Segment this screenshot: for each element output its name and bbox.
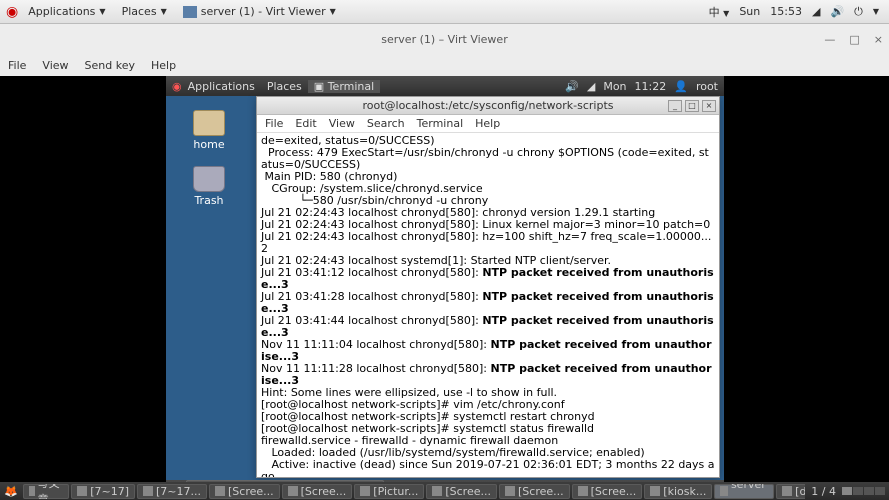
guest-clock-time[interactable]: 11:22 (635, 80, 667, 93)
guest-user-icon[interactable]: 👤 (674, 80, 688, 93)
host-task-button[interactable]: [7~17... (137, 484, 207, 499)
terminal-line: Active: inactive (dead) since Sun 2019-0… (261, 459, 715, 477)
host-task-button[interactable]: [Scree... (209, 484, 280, 499)
host-places-menu[interactable]: Places▼ (114, 5, 175, 18)
host-workspace-switcher[interactable] (842, 487, 885, 495)
guest-top-panel: ◉ Applications Places ▣ Terminal 🔊 ◢ Mon… (166, 76, 724, 96)
terminal-line: Jul 21 03:41:12 localhost chronyd[580]: … (261, 267, 715, 291)
volume-icon[interactable]: 🔊 (830, 5, 844, 18)
menu-help[interactable]: Help (151, 59, 176, 72)
power-icon[interactable]: ⏻ (854, 5, 863, 19)
terminal-title: root@localhost:/etc/sysconfig/network-sc… (362, 99, 613, 112)
window-thumb-icon (29, 486, 35, 496)
window-thumb-icon (578, 486, 588, 496)
terminal-line: Process: 479 ExecStart=/usr/sbin/chronyd… (261, 147, 715, 171)
desktop-home-icon[interactable]: home (184, 110, 234, 151)
vm-display[interactable]: ◉ Applications Places ▣ Terminal 🔊 ◢ Mon… (0, 76, 889, 482)
guest-user[interactable]: root (696, 80, 718, 93)
trash-icon (193, 166, 225, 192)
guest-applications-menu[interactable]: Applications (182, 80, 261, 93)
term-menu-edit[interactable]: Edit (295, 117, 316, 130)
window-thumb-icon (77, 486, 87, 496)
virt-viewer-menubar: File View Send key Help (0, 54, 889, 76)
terminal-line: Jul 21 03:41:28 localhost chronyd[580]: … (261, 291, 715, 315)
term-close-button[interactable]: × (702, 100, 716, 112)
terminal-line: Nov 11 11:11:28 localhost chronyd[580]: … (261, 363, 715, 387)
menu-view[interactable]: View (42, 59, 68, 72)
guest-activities-icon: ◉ (172, 80, 182, 93)
virt-viewer-titlebar[interactable]: server (1) – Virt Viewer — □ × (0, 24, 889, 54)
term-menu-help[interactable]: Help (475, 117, 500, 130)
host-task-button[interactable]: [Scree... (499, 484, 570, 499)
terminal-window: root@localhost:/etc/sysconfig/network-sc… (256, 96, 720, 478)
host-task-button[interactable]: [Pictur... (354, 484, 424, 499)
desktop-trash-icon[interactable]: Trash (184, 166, 234, 207)
input-lang[interactable]: 中 ▼ (709, 4, 730, 20)
folder-icon (193, 110, 225, 136)
term-menu-search[interactable]: Search (367, 117, 405, 130)
host-task-button[interactable]: [Scree... (572, 484, 643, 499)
terminal-line: Nov 11 11:11:04 localhost chronyd[580]: … (261, 339, 715, 363)
window-thumb-icon (143, 486, 153, 496)
firefox-icon[interactable]: 🦊 (0, 485, 22, 498)
host-app-indicator[interactable]: server (1) - Virt Viewer▼ (175, 5, 344, 18)
terminal-titlebar[interactable]: root@localhost:/etc/sysconfig/network-sc… (257, 97, 719, 115)
host-top-panel: ◉ Applications▼ Places▼ server (1) - Vir… (0, 0, 889, 24)
term-minimize-button[interactable]: _ (668, 100, 682, 112)
maximize-button[interactable]: □ (849, 33, 859, 46)
host-task-button[interactable]: [7~17] (71, 484, 135, 499)
window-thumb-icon (432, 486, 442, 496)
window-thumb-icon (360, 486, 370, 496)
host-task-button[interactable]: [kiosk... (644, 484, 712, 499)
host-task-button[interactable]: [Scree... (282, 484, 353, 499)
term-maximize-button[interactable]: □ (685, 100, 699, 112)
guest-desktop[interactable]: home Trash root@localhost:/etc/sysconfig… (166, 96, 724, 480)
host-task-button[interactable]: server ... (714, 484, 774, 499)
window-thumb-icon (782, 486, 792, 496)
host-applications-menu[interactable]: Applications▼ (20, 5, 113, 18)
guest-places-menu[interactable]: Places (261, 80, 308, 93)
minimize-button[interactable]: — (824, 33, 835, 46)
terminal-icon: ▣ (314, 80, 324, 93)
terminal-output[interactable]: de=exited, status=0/SUCCESS) Process: 47… (257, 133, 719, 477)
window-thumb-icon (215, 486, 225, 496)
menu-file[interactable]: File (8, 59, 26, 72)
guest-volume-icon[interactable]: 🔊 (565, 80, 579, 93)
term-menu-view[interactable]: View (329, 117, 355, 130)
terminal-line: Jul 21 03:41:44 localhost chronyd[580]: … (261, 315, 715, 339)
host-task-button[interactable]: [Scree... (426, 484, 497, 499)
host-workspace-indicator[interactable]: 1 / 4 (805, 485, 842, 498)
virt-viewer-icon (183, 6, 197, 18)
terminal-menubar: File Edit View Search Terminal Help (257, 115, 719, 133)
window-thumb-icon (720, 486, 728, 496)
activities-icon: ◉ (6, 4, 18, 20)
wifi-icon[interactable]: ◢ (812, 5, 820, 18)
virt-viewer-window: server (1) – Virt Viewer — □ × File View… (0, 24, 889, 482)
guest-network-icon[interactable]: ◢ (587, 80, 595, 93)
host-task-button[interactable]: 写文章... (23, 484, 70, 499)
terminal-line: Jul 21 02:24:43 localhost chronyd[580]: … (261, 231, 715, 255)
window-thumb-icon (505, 486, 515, 496)
guest-clock-day[interactable]: Mon (603, 80, 626, 93)
guest-terminal-indicator[interactable]: ▣ Terminal (308, 80, 380, 93)
host-taskbar: 🦊 写文章...[7~17][7~17...[Scree...[Scree...… (0, 482, 889, 500)
host-task-button[interactable]: [deskt... (776, 484, 805, 499)
window-thumb-icon (288, 486, 298, 496)
window-thumb-icon (650, 486, 660, 496)
close-button[interactable]: × (874, 33, 883, 46)
clock-time[interactable]: 15:53 (770, 5, 802, 18)
term-menu-file[interactable]: File (265, 117, 283, 130)
term-menu-terminal[interactable]: Terminal (417, 117, 464, 130)
menu-sendkey[interactable]: Send key (85, 59, 135, 72)
window-title: server (1) – Virt Viewer (381, 33, 507, 46)
clock-day[interactable]: Sun (739, 5, 760, 18)
guest-screen: ◉ Applications Places ▣ Terminal 🔊 ◢ Mon… (166, 76, 724, 496)
